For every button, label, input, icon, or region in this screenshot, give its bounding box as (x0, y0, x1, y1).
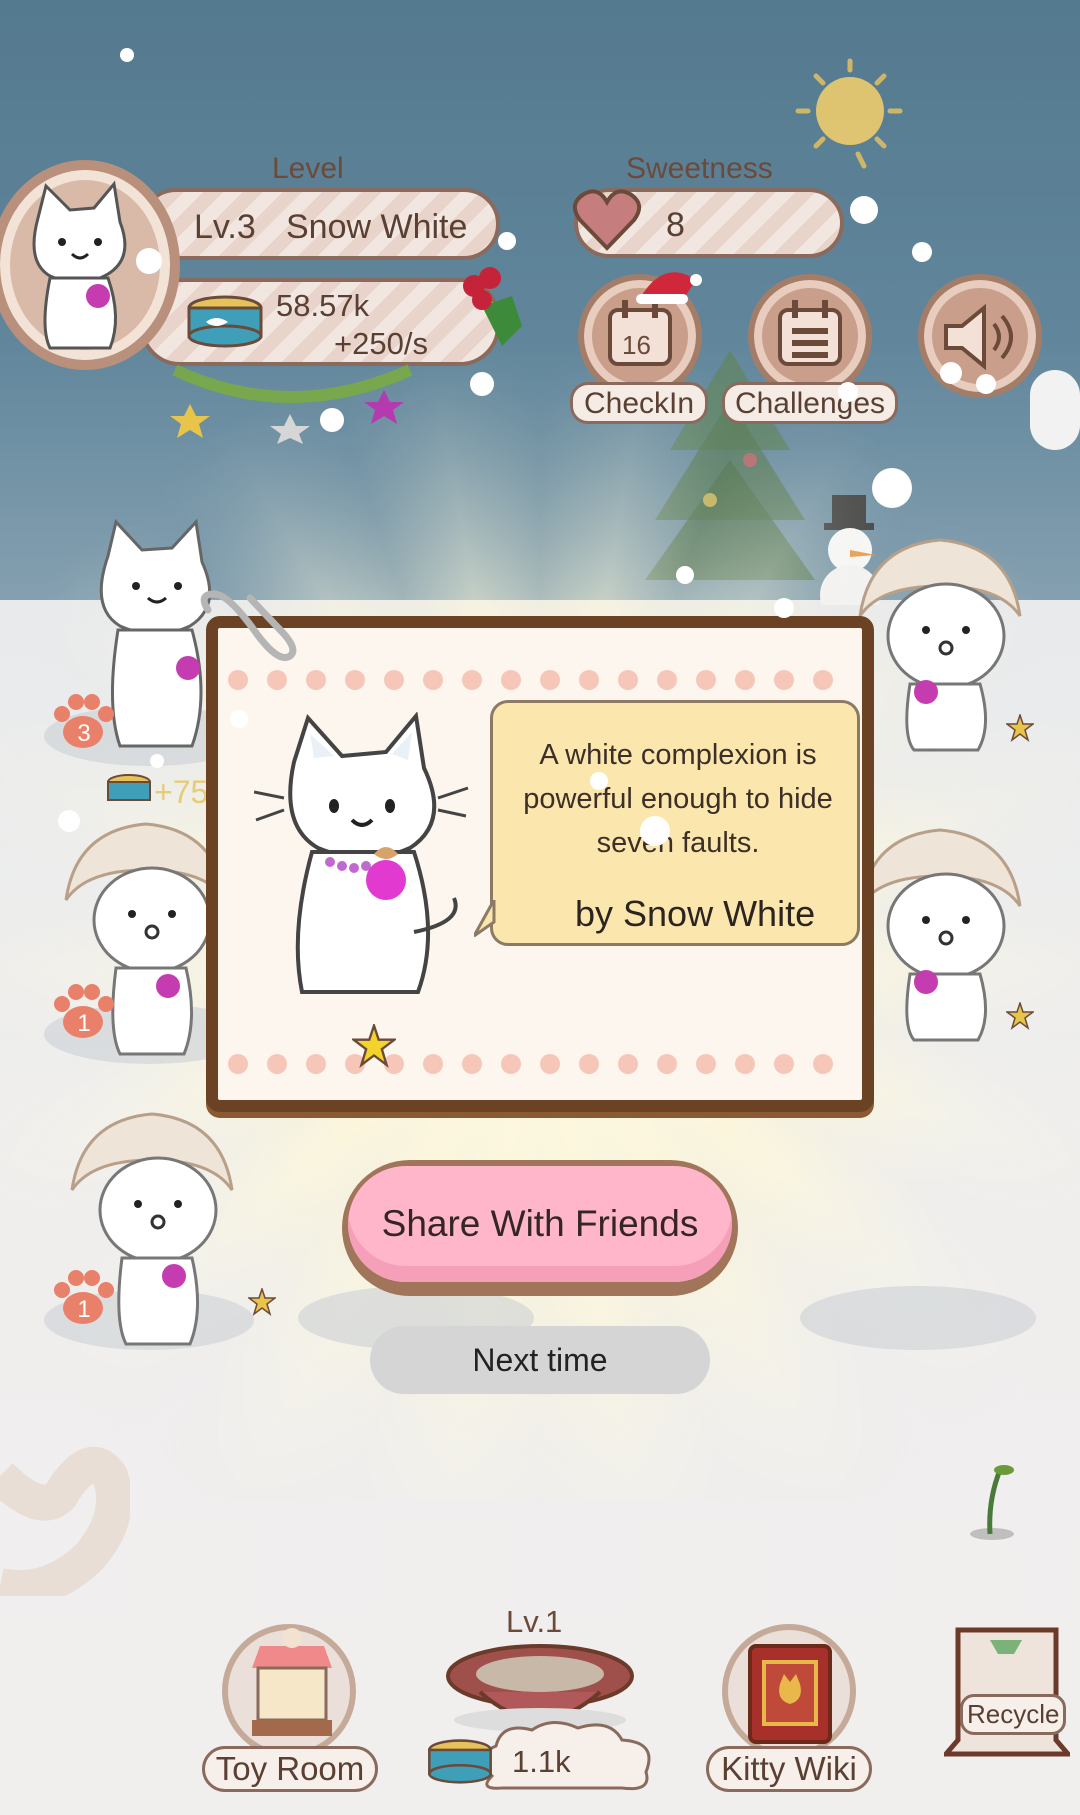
heart-icon (572, 189, 642, 251)
checkin-label[interactable]: CheckIn (570, 382, 708, 424)
snowflake (774, 598, 794, 618)
toy-room-label[interactable]: Toy Room (202, 1746, 378, 1792)
recycle-bin-icon[interactable] (944, 1624, 1070, 1758)
sweetness-value: 8 (666, 206, 685, 244)
level-pill[interactable]: Lv.3 Snow White (140, 188, 500, 260)
food-amount: 1.1k (512, 1744, 571, 1779)
challenges-label[interactable]: Challenges (722, 382, 898, 424)
snowflake (1030, 370, 1080, 450)
snowflake (230, 710, 248, 728)
snowflake (470, 372, 494, 396)
snowflake (640, 816, 670, 846)
coins-rate: +250/s (334, 326, 428, 361)
level-label: Level (272, 152, 344, 185)
santa-hat-decoration (636, 272, 702, 304)
cat-tail-decoration (0, 1446, 130, 1596)
star-icon (1006, 1002, 1034, 1030)
level-value: Lv.3 (194, 208, 256, 246)
list-icon (778, 300, 842, 366)
share-with-friends-label: Share With Friends (348, 1166, 732, 1282)
cat-avatar-icon (32, 180, 127, 350)
food-can-icon (187, 295, 263, 348)
snowflake (912, 242, 932, 262)
snowflake (850, 196, 878, 224)
quote-card: A white complexion is powerful enough to… (206, 616, 874, 1112)
quote-author: by Snow White (575, 893, 816, 934)
food-can-icon (107, 774, 151, 801)
next-time-button[interactable]: Next time (370, 1326, 710, 1394)
star-icon (248, 1288, 276, 1316)
garland-decoration (170, 364, 413, 444)
star-icon (352, 1024, 396, 1068)
background-cat-bonnet-right[interactable] (850, 526, 1030, 756)
paw-count: 1 (77, 1010, 91, 1037)
snowflake (136, 248, 162, 274)
paw-icon: 1 (50, 982, 116, 1042)
snowflake (58, 810, 80, 832)
snow-white-cat-icon (254, 712, 469, 994)
snowflake (590, 772, 608, 790)
book-icon (748, 1644, 832, 1744)
bubble-tail (474, 900, 496, 938)
holly-decoration (463, 267, 522, 346)
share-with-friends-button[interactable]: Share With Friends (342, 1160, 738, 1296)
snowflake (498, 232, 516, 250)
snowflake (120, 48, 134, 62)
food-can-icon (428, 1739, 492, 1784)
paw-icon: 3 (50, 692, 116, 752)
kitty-wiki-label[interactable]: Kitty Wiki (706, 1746, 872, 1792)
paw-count: 3 (77, 720, 91, 747)
toy-shop-icon (252, 1628, 332, 1736)
sweetness-label: Sweetness (626, 152, 773, 185)
cat-spot-4[interactable] (800, 1286, 1036, 1350)
plant-sprout-decoration (970, 1465, 1014, 1540)
quote-bubble: A white complexion is powerful enough to… (490, 700, 860, 946)
quote-text: A white complexion is powerful enough to… (523, 739, 833, 859)
recycle-label: Recycle (960, 1694, 1067, 1735)
food-level: Lv.1 (506, 1604, 563, 1639)
coins-value: 58.57k (276, 288, 370, 323)
snowflake (150, 754, 164, 768)
snowflake (976, 374, 996, 394)
snowflake (676, 566, 694, 584)
cat-name: Snow White (286, 208, 468, 246)
paw-icon: 1 (50, 1268, 116, 1328)
background-cat-bonnet-right[interactable] (850, 816, 1030, 1046)
paperclip-icon (200, 590, 297, 661)
checkin-day: 16 (622, 330, 651, 360)
dot-border-top (228, 670, 868, 692)
snowflake (940, 362, 962, 384)
snowflake (108, 562, 124, 578)
star-icon (1006, 714, 1034, 742)
paw-count: 1 (77, 1296, 91, 1323)
coin-gain-text: +75 (154, 774, 209, 810)
dot-border-bottom (228, 1054, 868, 1076)
snowflake (838, 382, 858, 402)
snowflake (320, 408, 344, 432)
snowflake (872, 468, 912, 508)
